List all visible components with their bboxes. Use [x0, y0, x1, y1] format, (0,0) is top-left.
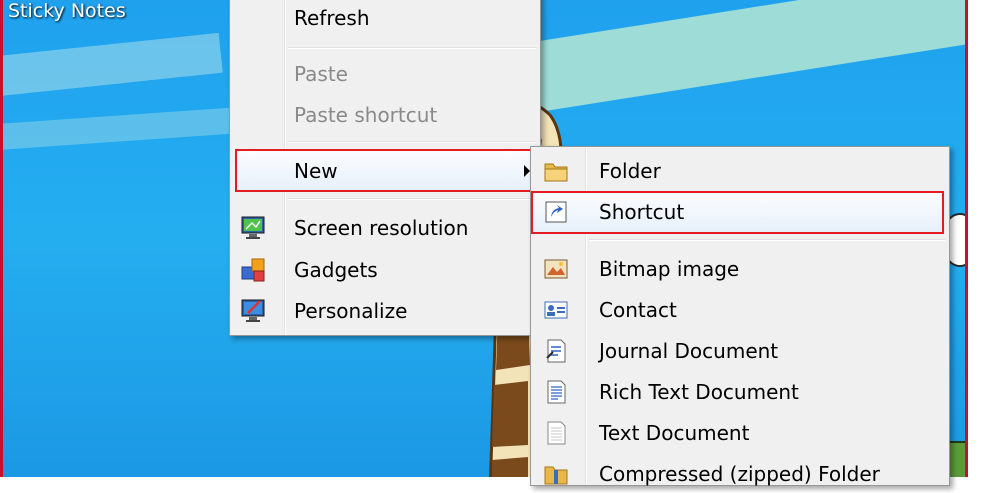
- menu-item-compressed-folder[interactable]: Compressed (zipped) Folder: [533, 455, 947, 493]
- gadgets-icon: [241, 258, 265, 282]
- menu-item-label: Shortcut: [599, 200, 685, 224]
- menu-separator: [288, 198, 536, 200]
- menu-item-new[interactable]: New: [232, 152, 538, 190]
- personalize-icon: [241, 299, 265, 322]
- menu-item-label: Paste: [294, 62, 348, 86]
- bitmap-image-icon: [544, 259, 568, 279]
- menu-item-contact[interactable]: Contact: [533, 291, 947, 329]
- menu-item-label: Screen resolution: [294, 216, 469, 240]
- menu-separator: [288, 141, 536, 143]
- desktop-title: Sticky Notes: [8, 0, 126, 22]
- menu-item-label: Folder: [599, 159, 661, 183]
- screen-resolution-icon: [241, 216, 265, 239]
- menu-item-label: Paste shortcut: [294, 103, 438, 127]
- menu-item-paste[interactable]: Paste: [232, 55, 538, 93]
- text-document-icon: [547, 421, 566, 445]
- menu-separator: [288, 47, 536, 49]
- menu-item-label: Gadgets: [294, 258, 378, 282]
- page-margin: [968, 0, 1000, 477]
- folder-icon: [544, 163, 568, 182]
- menu-item-label: Rich Text Document: [599, 380, 799, 404]
- menu-item-label: Compressed (zipped) Folder: [599, 462, 880, 486]
- menu-item-gadgets[interactable]: Gadgets: [232, 251, 538, 289]
- zipped-folder-icon: [544, 466, 568, 485]
- desktop-context-menu: Refresh Paste Paste shortcut New Screen …: [229, 0, 541, 336]
- journal-document-icon: [546, 339, 566, 363]
- menu-item-label: Contact: [599, 298, 677, 322]
- menu-item-screen-resolution[interactable]: Screen resolution: [232, 209, 538, 247]
- menu-item-personalize[interactable]: Personalize: [232, 292, 538, 330]
- menu-item-text-document[interactable]: Text Document: [533, 414, 947, 452]
- shortcut-icon: [545, 201, 567, 223]
- rich-text-document-icon: [547, 380, 566, 404]
- new-submenu: Folder Shortcut Bitmap image Contact Jou…: [530, 146, 950, 486]
- wallpaper-light-beam: [0, 107, 242, 154]
- menu-item-label: New: [294, 159, 338, 183]
- menu-item-folder[interactable]: Folder: [533, 152, 947, 190]
- menu-separator: [589, 239, 945, 241]
- menu-item-bitmap-image[interactable]: Bitmap image: [533, 250, 947, 288]
- menu-item-label: Journal Document: [599, 339, 779, 363]
- menu-item-label: Personalize: [294, 299, 408, 323]
- menu-item-rich-text-document[interactable]: Rich Text Document: [533, 373, 947, 411]
- menu-item-label: Refresh: [294, 6, 370, 30]
- menu-item-refresh[interactable]: Refresh: [232, 0, 538, 37]
- menu-item-shortcut[interactable]: Shortcut: [533, 193, 947, 231]
- menu-item-label: Bitmap image: [599, 257, 740, 281]
- contact-icon: [544, 301, 568, 319]
- menu-item-journal-document[interactable]: Journal Document: [533, 332, 947, 370]
- menu-item-label: Text Document: [599, 421, 750, 445]
- menu-item-paste-shortcut[interactable]: Paste shortcut: [232, 96, 538, 134]
- wallpaper-light-beam: [0, 32, 223, 100]
